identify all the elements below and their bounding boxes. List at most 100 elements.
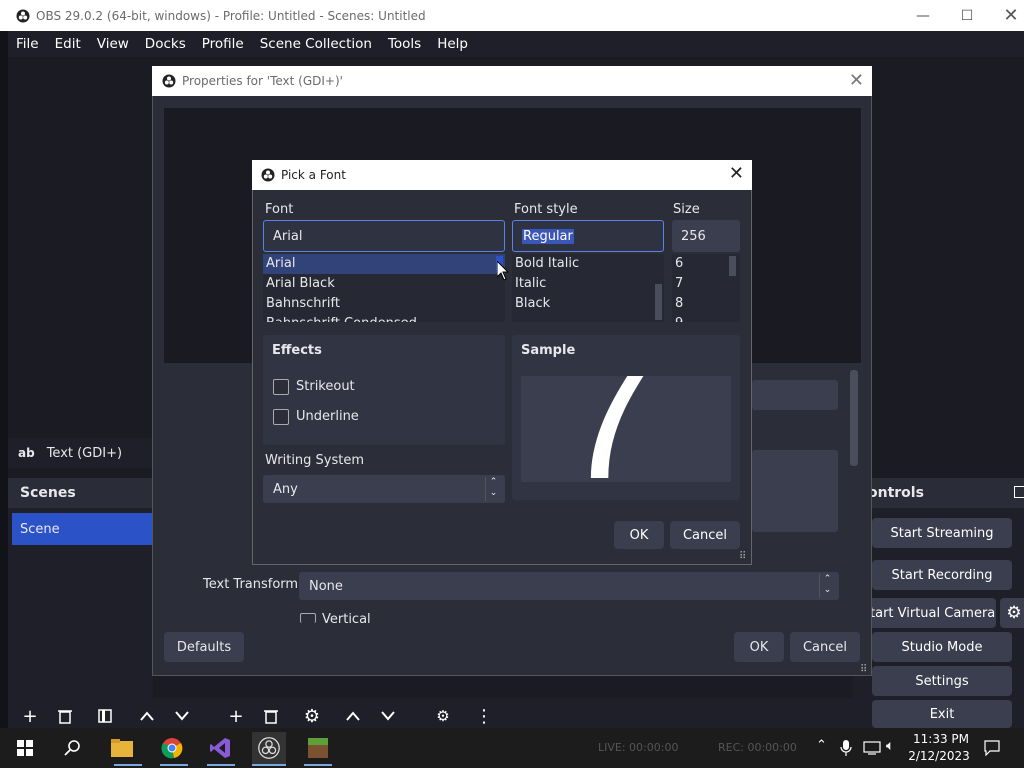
obs-screen: OBS 29.0.2 (64-bit, windows) - Profile: … <box>0 0 1024 768</box>
font-style-input[interactable]: Regular <box>512 220 664 252</box>
clock-time[interactable]: 11:33 PM <box>912 732 970 746</box>
file-explorer-icon[interactable] <box>105 732 139 764</box>
menu-file[interactable]: File <box>8 31 47 57</box>
font-style-list[interactable]: Bold Italic Italic Black <box>512 254 664 322</box>
notifications-icon[interactable] <box>984 740 1000 760</box>
size-list-item[interactable]: 9 <box>672 314 740 322</box>
strikeout-label: Strikeout <box>296 379 355 394</box>
chrome-icon[interactable] <box>155 732 189 764</box>
running-indicator <box>160 764 188 766</box>
move-source-down-icon[interactable] <box>374 702 402 730</box>
properties-scrollbar[interactable] <box>850 370 858 466</box>
properties-ok-button[interactable]: OK <box>734 632 784 662</box>
font-dialog-resize-grip-icon[interactable]: ⠿ <box>739 551 746 562</box>
font-input-value: Arial <box>273 228 303 244</box>
size-list-item[interactable]: 7 <box>672 274 740 294</box>
vertical-checkbox[interactable] <box>300 613 316 623</box>
font-style-scroll-thumb[interactable] <box>655 284 662 320</box>
font-ok-button[interactable]: OK <box>614 521 664 549</box>
font-dialog-title: Pick a Font <box>281 168 346 182</box>
menu-edit[interactable]: Edit <box>47 31 89 57</box>
selected-source-bar[interactable]: ab Text (GDI+) <box>8 438 153 468</box>
effects-label: Effects <box>272 343 322 358</box>
size-input[interactable]: 256 <box>672 220 740 252</box>
close-properties-icon[interactable]: ✕ <box>849 70 864 91</box>
exit-button[interactable]: Exit <box>872 700 1012 728</box>
window-title: OBS 29.0.2 (64-bit, windows) - Profile: … <box>36 8 426 23</box>
add-source-icon[interactable]: + <box>222 702 250 730</box>
move-scene-up-icon[interactable] <box>133 702 161 730</box>
property-text-field[interactable] <box>752 380 838 410</box>
menu-docks[interactable]: Docks <box>137 31 194 57</box>
vertical-label: Vertical <box>322 612 371 624</box>
virtual-camera-settings-gear-icon[interactable]: ⚙ <box>1000 598 1024 628</box>
menu-scene-collection[interactable]: Scene Collection <box>252 31 380 57</box>
font-list[interactable]: Arial Arial Black Bahnschrift Bahnschrif… <box>263 254 505 322</box>
size-list-item[interactable]: 8 <box>672 294 740 314</box>
search-icon[interactable] <box>56 732 90 764</box>
scene-list-item[interactable]: Scene <box>12 513 153 545</box>
obs-taskbar-icon[interactable] <box>252 732 286 764</box>
add-scene-icon[interactable]: + <box>16 702 44 730</box>
audio-settings-gear-icon[interactable]: ⚙ <box>429 702 457 730</box>
window-title-bar: OBS 29.0.2 (64-bit, windows) - Profile: … <box>0 0 1024 31</box>
microphone-icon[interactable] <box>840 740 852 760</box>
network-icon[interactable] <box>863 741 881 759</box>
underline-checkbox[interactable] <box>273 409 289 425</box>
defaults-button[interactable]: Defaults <box>164 632 244 662</box>
windows-start-icon[interactable] <box>8 732 42 764</box>
running-indicator <box>252 764 286 766</box>
sample-preview: 7 <box>521 376 731 482</box>
source-settings-gear-icon[interactable]: ⚙ <box>298 702 326 730</box>
font-style-list-item[interactable]: Bold Italic <box>512 254 664 274</box>
move-source-up-icon[interactable] <box>339 702 367 730</box>
menu-help[interactable]: Help <box>429 31 476 57</box>
start-virtual-camera-button[interactable]: tart Virtual Camera <box>860 598 996 628</box>
font-style-list-item[interactable]: Italic <box>512 274 664 294</box>
scene-filter-icon[interactable] <box>91 702 119 730</box>
property-text-area[interactable] <box>752 450 838 532</box>
strikeout-checkbox[interactable] <box>273 379 289 395</box>
mouse-cursor-icon <box>497 261 509 281</box>
menu-view[interactable]: View <box>89 31 137 57</box>
size-input-value: 256 <box>681 228 706 244</box>
minecraft-icon[interactable] <box>301 732 335 764</box>
visual-studio-icon[interactable] <box>203 732 237 764</box>
font-list-item[interactable]: Bahnschrift <box>263 294 505 314</box>
tray-chevron-up-icon[interactable]: ⌃ <box>816 738 827 753</box>
font-cancel-button[interactable]: Cancel <box>670 521 740 549</box>
running-indicator <box>304 764 332 766</box>
close-window-button[interactable]: ✕ <box>988 0 1024 31</box>
writing-system-select[interactable]: Any ⌃ ⌄ <box>263 475 505 503</box>
undock-icon[interactable] <box>1014 486 1024 498</box>
start-recording-button[interactable]: Start Recording <box>872 560 1012 590</box>
more-options-icon[interactable]: ⋮ <box>470 702 498 730</box>
font-style-label: Font style <box>514 202 578 217</box>
font-list-item[interactable]: Bahnschrift Condensed <box>263 314 505 322</box>
remove-scene-icon[interactable] <box>51 702 79 730</box>
font-list-item[interactable]: Arial <box>263 254 505 274</box>
sample-label: Sample <box>521 343 576 358</box>
settings-button[interactable]: Settings <box>872 666 1012 696</box>
volume-icon[interactable]: 🔈︎ <box>886 738 894 754</box>
font-input[interactable]: Arial <box>263 220 505 252</box>
move-scene-down-icon[interactable] <box>168 702 196 730</box>
start-streaming-button[interactable]: Start Streaming <box>872 518 1012 548</box>
properties-cancel-button[interactable]: Cancel <box>790 632 860 662</box>
font-list-item[interactable]: Arial Black <box>263 274 505 294</box>
remove-source-icon[interactable] <box>257 702 285 730</box>
studio-mode-button[interactable]: Studio Mode <box>872 632 1012 662</box>
text-transform-select[interactable]: None ⌃ ⌄ <box>299 572 839 600</box>
minimize-button[interactable]: — <box>900 0 946 31</box>
sample-glyph: 7 <box>557 376 663 482</box>
resize-grip-icon[interactable]: ⠿ <box>860 664 867 675</box>
menu-profile[interactable]: Profile <box>194 31 252 57</box>
close-font-dialog-icon[interactable]: ✕ <box>729 163 744 184</box>
size-scroll-thumb[interactable] <box>729 256 736 276</box>
font-style-list-item[interactable]: Black <box>512 294 664 314</box>
size-list[interactable]: 6 7 8 9 <box>672 254 740 322</box>
menu-tools[interactable]: Tools <box>380 31 429 57</box>
obs-logo-icon <box>261 168 275 182</box>
maximize-button[interactable]: ☐ <box>944 0 990 31</box>
clock-date[interactable]: 2/12/2023 <box>908 749 970 763</box>
